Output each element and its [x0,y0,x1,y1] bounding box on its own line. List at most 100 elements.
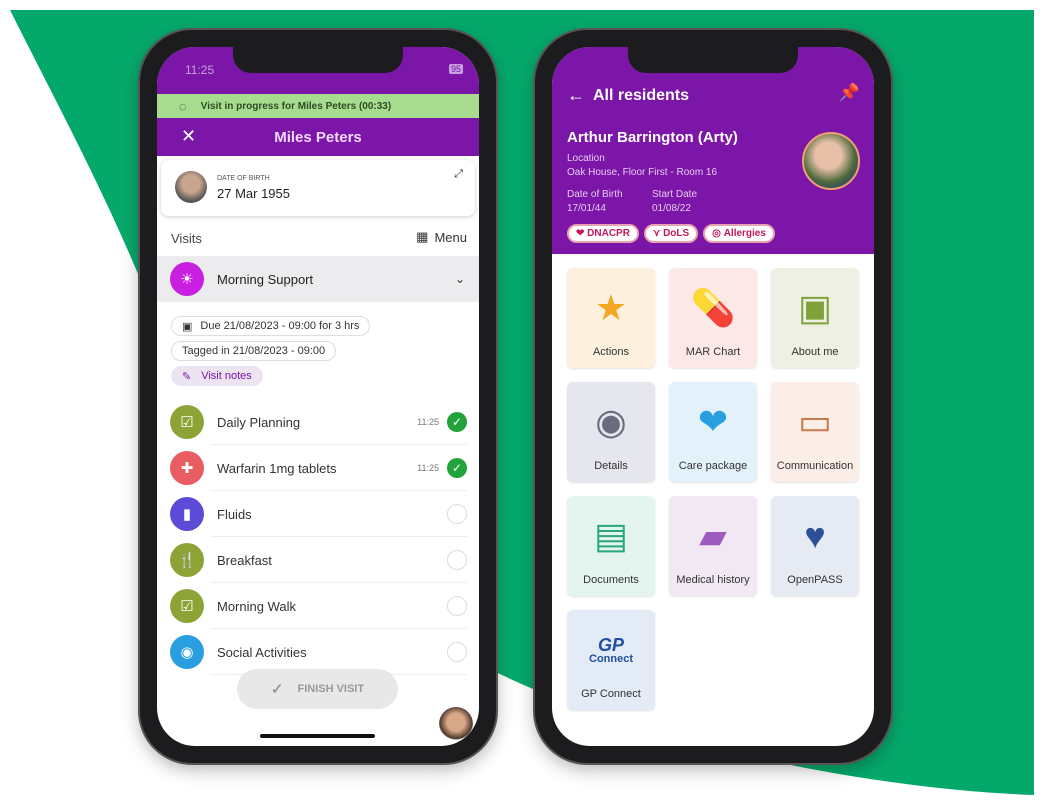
tagged-chip: Tagged in 21/08/2023 - 09:00 [171,341,337,361]
start-label: Start Date [652,189,698,200]
task-label: Daily Planning [217,414,301,430]
task-time: 11:25 [417,417,439,427]
tile-label: Medical history [676,574,750,586]
start-value: 01/08/22 [652,203,691,214]
sunrise-icon: ☀ [170,262,204,296]
glass-icon: ▮ [170,497,204,531]
avatar [175,171,207,203]
status-time: 11:25 [185,63,215,77]
dob-value: 27 Mar 1955 [217,186,290,201]
tile-care-package[interactable]: ❤ Care package [669,382,757,482]
phone-visit: 11:25 95 ◌ Visit in progress for Miles P… [140,30,496,763]
grid-icon: ▦ [416,229,429,244]
badge-dols[interactable]: ⋎ DoLS [643,224,699,243]
heart-square-icon: ♥ [804,515,826,556]
eye-icon: ◉ [170,635,204,669]
expand-icon[interactable]: ⤢ [454,168,463,181]
resident-avatar [802,132,860,190]
clipboard-check-icon: ☑ [170,405,204,439]
visits-heading: Visits [171,231,202,246]
resident-card[interactable]: DATE OF BIRTH 27 Mar 1955 ⤢ [161,160,475,216]
tile-label: Details [594,460,628,472]
dob-label: Date of Birth [567,189,623,200]
location-label: Location [567,153,605,164]
id-badge-icon: ▣ [797,287,832,328]
tile-mar-chart[interactable]: 💊 MAR Chart [669,268,757,368]
empty-circle-icon[interactable] [447,596,467,616]
close-icon[interactable]: ✕ [181,126,196,147]
dob-label: DATE OF BIRTH [217,175,270,182]
medical-kit-icon: ✚ [170,451,204,485]
back-label: All residents [593,86,690,104]
tile-label: Actions [592,346,630,358]
battery-icon: 95 [448,64,463,74]
visit-dropdown[interactable]: ☀ Morning Support ⌄ [157,256,479,302]
task-row[interactable]: ☑ Morning Walk [157,583,479,629]
empty-circle-icon[interactable] [447,504,467,524]
task-row[interactable]: ☑ Daily Planning 11:25 ✓ [157,399,479,445]
tile-communication[interactable]: ▭ Communication [771,382,859,482]
menu-label: Menu [434,229,467,245]
tile-about-me[interactable]: ▣ About me [771,268,859,368]
tile-label: OpenPASS [787,574,843,586]
folder-plus-icon: ▰ [699,515,727,556]
gp-logo: GP [597,635,624,655]
finish-visit-button[interactable]: ✓ FINISH VISIT [237,669,398,709]
carer-avatar[interactable] [439,707,473,741]
calendar-icon: ▣ [182,320,193,333]
star-icon: ★ [594,287,628,328]
due-text: Due 21/08/2023 - 09:00 for 3 hrs [200,320,360,332]
task-row[interactable]: 🍴 Breakfast [157,537,479,583]
pin-icon[interactable]: 📌 [839,83,860,103]
visit-notes-button[interactable]: ✎ Visit notes [171,366,263,386]
cutlery-icon: 🍴 [170,543,204,577]
chat-icon: ▭ [797,401,832,442]
documents-icon: ▤ [593,515,628,556]
tile-label: MAR Chart [685,346,741,358]
task-label: Breakfast [217,552,272,568]
visit-name: Morning Support [217,271,314,287]
dob-value: 17/01/44 [567,203,606,214]
notch [233,47,403,73]
tile-documents[interactable]: ▤ Documents [567,496,655,596]
check-circle-icon[interactable]: ✓ [447,458,467,478]
task-label: Morning Walk [217,598,296,614]
tile-gp-connect[interactable]: GP Connect GP Connect [567,610,655,710]
task-row[interactable]: ▮ Fluids [157,491,479,537]
arrow-left-icon: ← [567,85,585,105]
clipboard-check-icon: ☑ [170,589,204,623]
page-title: Miles Peters [274,128,362,146]
due-chip: ▣ Due 21/08/2023 - 09:00 for 3 hrs [171,316,371,336]
tile-medical-history[interactable]: ▰ Medical history [669,496,757,596]
badge-allergies[interactable]: ◎ Allergies [703,224,775,243]
tile-label: About me [791,346,839,358]
tile-actions[interactable]: ★ Actions [567,268,655,368]
tile-label: Communication [776,460,854,472]
visit-progress-banner: ◌ Visit in progress for Miles Peters (00… [157,94,479,118]
task-time: 11:25 [417,463,439,473]
check-icon: ✓ [270,681,284,698]
phone-resident: ← All residents 📌 Arthur Barrington (Art… [535,30,891,763]
resident-name: Arthur Barrington (Arty) [567,129,738,146]
home-indicator [260,734,375,738]
empty-circle-icon[interactable] [447,550,467,570]
check-circle-icon[interactable]: ✓ [447,412,467,432]
tile-details[interactable]: ◉ Details [567,382,655,482]
location-value: Oak House, Floor First - Room 16 [567,167,718,178]
tile-label: Care package [678,460,748,472]
tile-label: GP Connect [581,688,641,700]
pencil-icon: ✎ [182,370,192,383]
empty-circle-icon[interactable] [447,642,467,662]
task-row[interactable]: ✚ Warfarin 1mg tablets 11:25 ✓ [157,445,479,491]
badge-dnacpr[interactable]: ❤ DNACPR [567,224,639,243]
tile-openpass[interactable]: ♥ OpenPASS [771,496,859,596]
badge-label: Allergies [723,228,766,239]
finish-label: FINISH VISIT [297,683,365,695]
banner-text: Visit in progress for Miles Peters (00:3… [200,100,392,112]
chevron-down-icon: ⌄ [454,272,465,286]
task-label: Warfarin 1mg tablets [217,460,337,476]
back-button[interactable]: ← All residents [567,85,689,106]
alert-badges: ❤ DNACPR ⋎ DoLS ◎ Allergies [567,224,780,243]
notch [628,47,798,73]
menu-button[interactable]: ▦ Menu [416,229,467,245]
